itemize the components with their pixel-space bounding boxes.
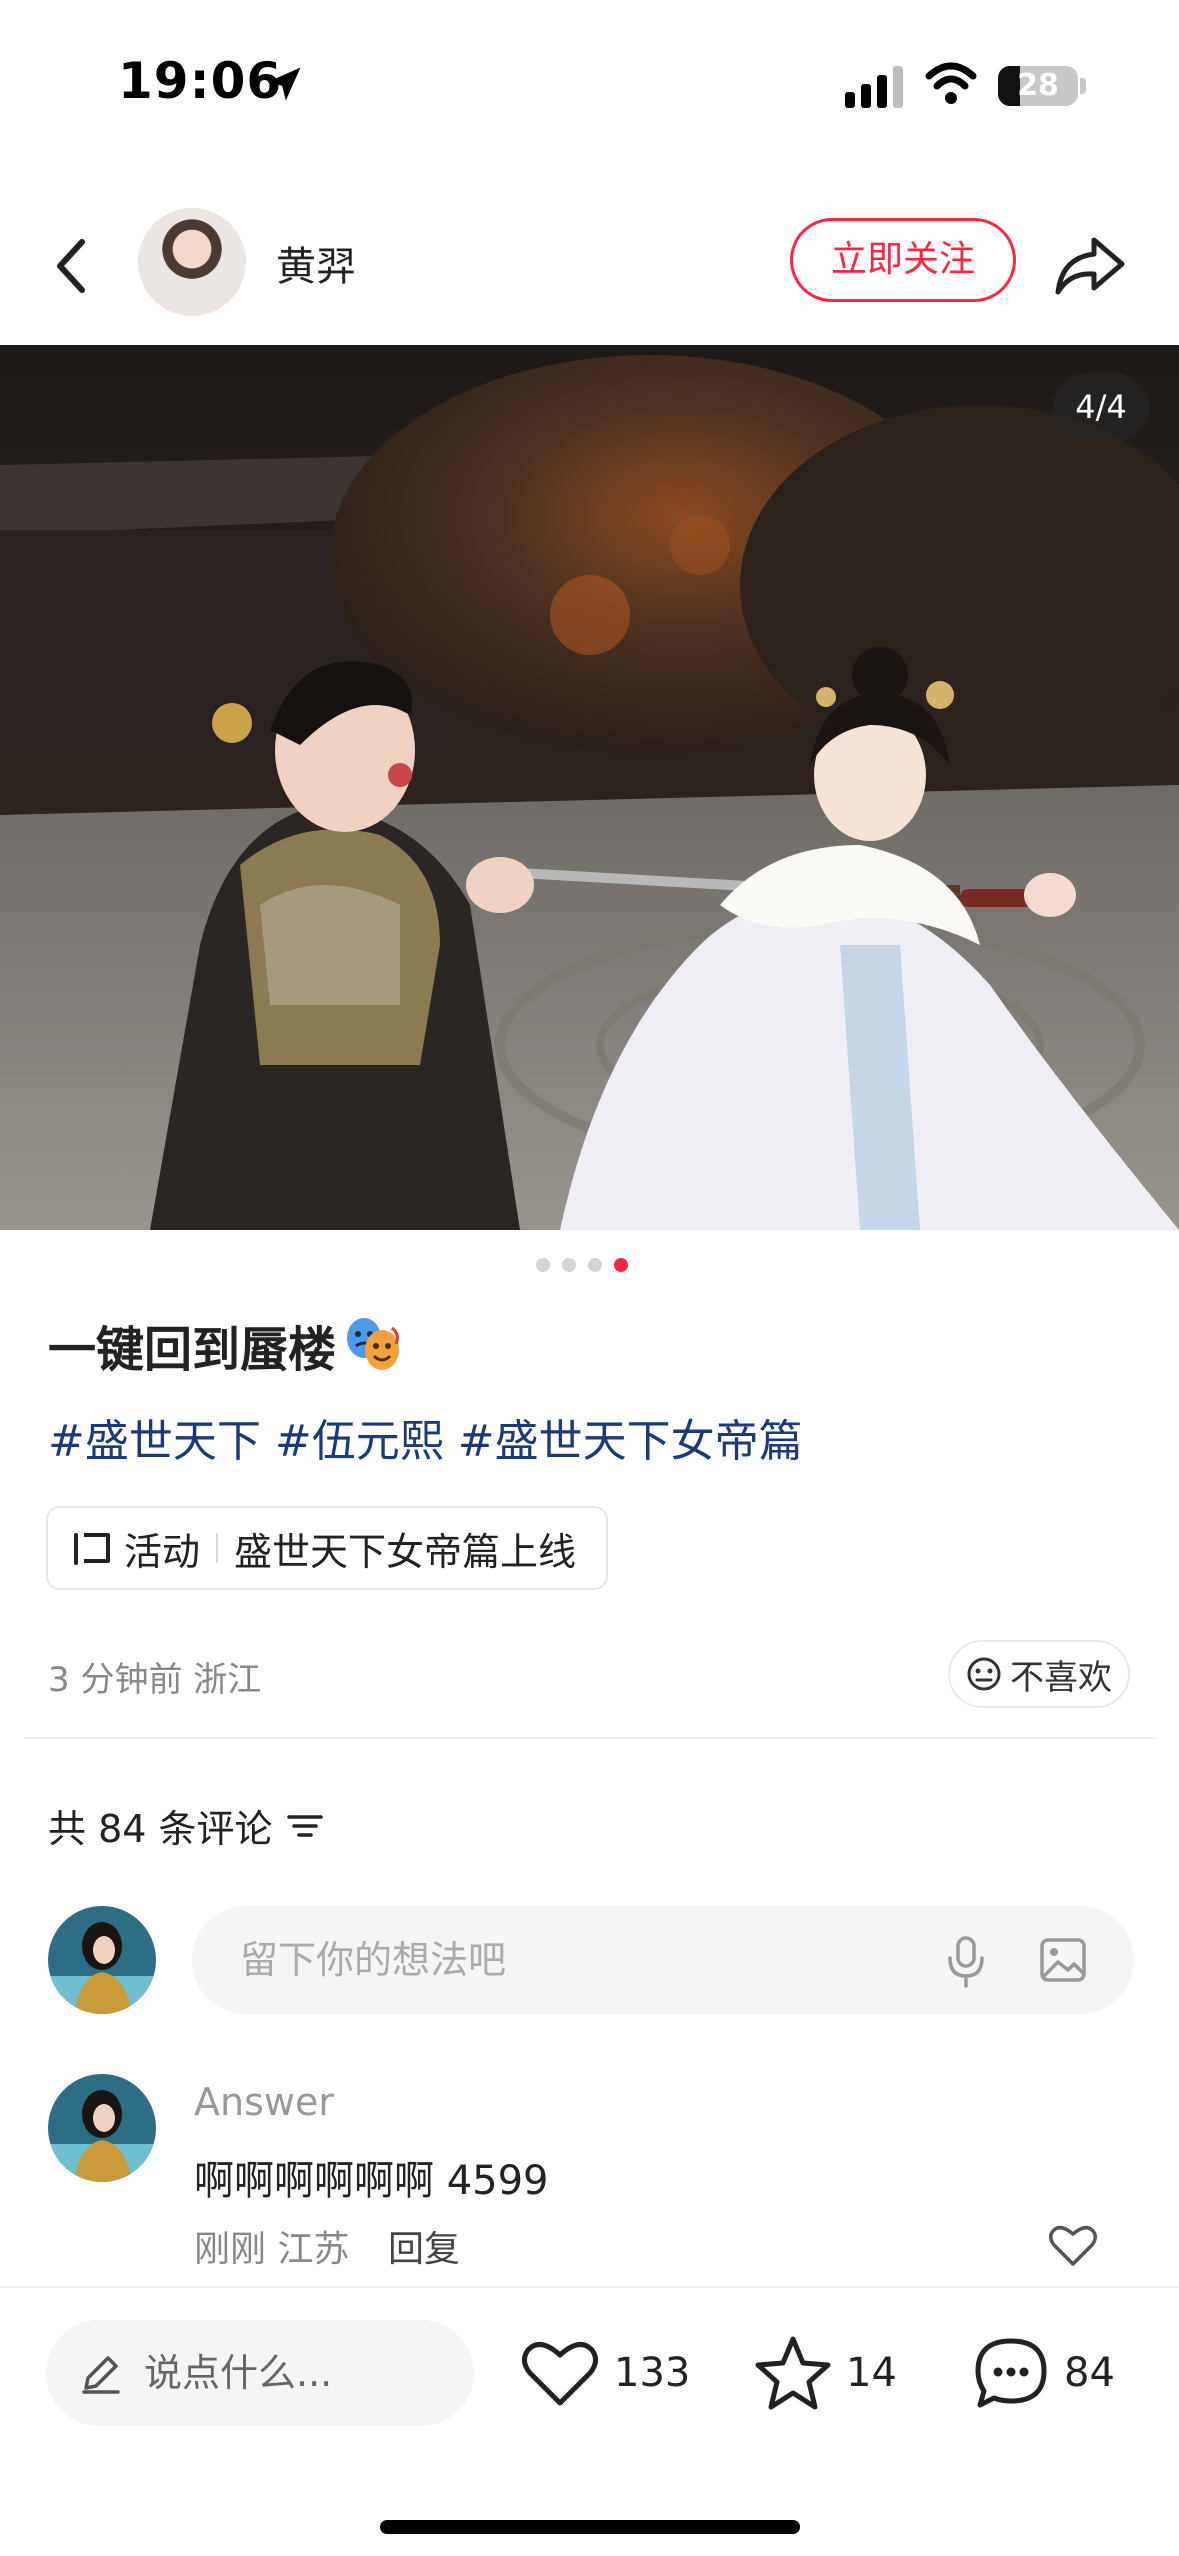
section-divider bbox=[24, 1737, 1155, 1739]
star-outline-icon bbox=[755, 2336, 831, 2410]
say-something-placeholder: 说点什么... bbox=[144, 2351, 333, 2395]
photo-scene bbox=[0, 345, 1179, 1230]
sort-filter-icon[interactable] bbox=[285, 1809, 325, 1843]
status-time: 19:06 bbox=[118, 52, 283, 110]
activity-tag[interactable]: 活动 盛世天下女帝篇上线 bbox=[46, 1506, 609, 1590]
like-button[interactable]: 133 bbox=[520, 2332, 690, 2414]
hashtag-list: #盛世天下 #伍元熙 #盛世天下女帝篇 bbox=[48, 1405, 817, 1469]
image-icon[interactable] bbox=[1038, 1936, 1088, 1984]
location-arrow-icon bbox=[267, 67, 301, 101]
hashtag-link[interactable]: #盛世天下 bbox=[48, 1416, 261, 1467]
battery-cap bbox=[1080, 78, 1086, 94]
my-avatar[interactable] bbox=[48, 1906, 156, 2014]
signal-icon bbox=[845, 66, 903, 108]
bottom-action-bar: 说点什么... 133 14 84 bbox=[0, 2286, 1179, 2556]
comment-reply-button[interactable]: 回复 bbox=[388, 2220, 460, 2272]
comment-button[interactable]: 84 bbox=[972, 2332, 1115, 2414]
pagination-dot[interactable] bbox=[536, 1258, 550, 1272]
hashtag-link[interactable]: #盛世天下女帝篇 bbox=[458, 1416, 803, 1467]
photo-page-counter: 4/4 bbox=[1053, 373, 1149, 441]
post-title-text: 一键回到蜃楼 bbox=[48, 1322, 337, 1378]
favorite-button[interactable]: 14 bbox=[754, 2332, 897, 2414]
home-indicator bbox=[380, 2520, 800, 2534]
like-count: 133 bbox=[614, 2350, 691, 2396]
say-something-input[interactable]: 说点什么... bbox=[46, 2320, 474, 2426]
neutral-face-icon bbox=[967, 1657, 1001, 1691]
hashtag-link[interactable]: #伍元熙 bbox=[275, 1416, 444, 1467]
comment-bubble-icon bbox=[975, 2338, 1047, 2408]
comment-username[interactable]: Answer bbox=[194, 2080, 334, 2124]
pagination-dot[interactable] bbox=[562, 1258, 576, 1272]
battery-indicator: 28 bbox=[998, 66, 1078, 106]
comment-text: 啊啊啊啊啊啊 4599 bbox=[194, 2158, 549, 2204]
battery-level: 28 bbox=[1017, 68, 1059, 103]
dislike-button[interactable]: 不喜欢 bbox=[948, 1640, 1130, 1708]
pagination-dot-active[interactable] bbox=[614, 1258, 628, 1272]
pagination-dot[interactable] bbox=[588, 1258, 602, 1272]
pencil-icon bbox=[82, 2356, 120, 2394]
post-photo[interactable]: 4/4 bbox=[0, 345, 1179, 1230]
comment-count-label: 共 84 条评论 bbox=[48, 1807, 273, 1851]
wifi-icon bbox=[925, 62, 977, 104]
post-meta: 3 分钟前 浙江 bbox=[48, 1660, 262, 1700]
share-arrow-icon[interactable] bbox=[1052, 230, 1128, 300]
author-avatar[interactable] bbox=[138, 208, 246, 316]
activity-separator bbox=[216, 1533, 219, 1563]
dislike-label: 不喜欢 bbox=[1010, 1657, 1112, 1698]
comment-input[interactable]: 留下你的想法吧 bbox=[192, 1906, 1134, 2014]
status-bar: 19:06 28 bbox=[0, 0, 1179, 175]
activity-label: 活动 bbox=[124, 1529, 201, 1574]
follow-button[interactable]: 立即关注 bbox=[790, 218, 1016, 302]
heart-icon[interactable] bbox=[1048, 2222, 1098, 2268]
comment-count: 84 bbox=[1064, 2350, 1115, 2396]
performing-arts-emoji-icon bbox=[347, 1318, 400, 1370]
comment-meta: 刚刚 江苏 bbox=[194, 2229, 350, 2270]
comment-input-placeholder: 留下你的想法吧 bbox=[240, 1938, 507, 1982]
comment-count-header[interactable]: 共 84 条评论 bbox=[48, 1798, 325, 1853]
chevron-left-icon[interactable] bbox=[42, 230, 102, 302]
photo-pagination-dots bbox=[536, 1258, 636, 1272]
post-title: 一键回到蜃楼 bbox=[48, 1310, 404, 1380]
activity-icon bbox=[74, 1533, 110, 1565]
post-header: 黄羿 立即关注 bbox=[0, 190, 1179, 340]
author-name[interactable]: 黄羿 bbox=[276, 234, 356, 292]
heart-outline-icon bbox=[522, 2342, 598, 2406]
favorite-count: 14 bbox=[846, 2350, 897, 2396]
microphone-icon[interactable] bbox=[944, 1934, 988, 1988]
activity-text: 盛世天下女帝篇上线 bbox=[234, 1529, 577, 1574]
comment-avatar[interactable] bbox=[48, 2074, 156, 2182]
